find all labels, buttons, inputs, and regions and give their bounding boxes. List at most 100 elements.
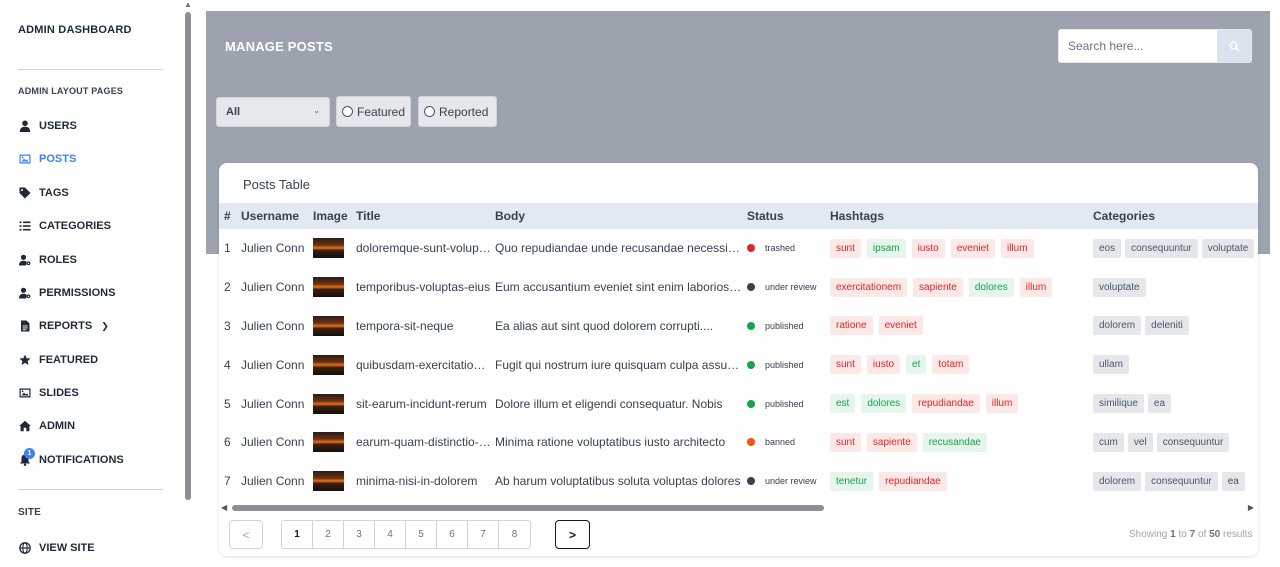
page-number-button[interactable]: 6	[437, 521, 468, 548]
status-filter-select[interactable]: All ⌄	[216, 97, 330, 127]
post-thumbnail[interactable]	[313, 471, 344, 492]
table-row[interactable]: 2 Julien Conn temporibus-voluptas-eius Eum …	[219, 268, 1258, 307]
post-title[interactable]: minima-nisi-in-dolorem	[356, 474, 495, 488]
sidebar-item-notifications[interactable]: 1 NOTIFICATIONS	[18, 448, 124, 470]
next-page-button[interactable]: >	[555, 520, 590, 549]
page-number-button[interactable]: 3	[344, 521, 375, 548]
sidebar-item-reports[interactable]: REPORTS ❯	[18, 316, 109, 336]
page-number-button[interactable]: 8	[499, 521, 530, 548]
category-badge[interactable]: ea	[1147, 394, 1172, 414]
page-number-button[interactable]: 1	[282, 521, 313, 548]
sidebar-item-admin[interactable]: ADMIN	[18, 416, 75, 436]
category-badge[interactable]: ullam	[1093, 355, 1129, 375]
table-row[interactable]: 6 Julien Conn earum-quam-distinctio-nobis M…	[219, 423, 1258, 462]
hashtag-badge[interactable]: sunt	[830, 355, 861, 375]
column-header[interactable]: Body	[495, 203, 747, 229]
post-title[interactable]: tempora-sit-neque	[356, 319, 495, 333]
table-row[interactable]: 1 Julien Conn doloremque-sunt-voluptatem Qu…	[219, 229, 1258, 268]
hashtag-badge[interactable]: ipsam	[866, 238, 906, 258]
search-button[interactable]	[1217, 30, 1251, 62]
radio-circle[interactable]	[424, 106, 435, 117]
category-badge[interactable]: dolorem	[1093, 471, 1142, 491]
column-header[interactable]: Categories	[1093, 203, 1258, 229]
prev-page-button[interactable]: <	[229, 520, 263, 549]
post-thumbnail[interactable]	[313, 393, 344, 414]
hashtag-badge[interactable]: eveniet	[950, 238, 995, 258]
column-header[interactable]: Title	[356, 203, 495, 229]
hashtag-badge[interactable]: ratione	[830, 316, 873, 336]
scroll-up-icon[interactable]: ▲	[184, 0, 192, 9]
scroll-left-icon[interactable]: ◀	[221, 503, 227, 512]
horizontal-scrollbar[interactable]: ◀ ▶	[219, 503, 1258, 513]
sidebar-item-categories[interactable]: CATEGORIES	[18, 216, 111, 236]
post-thumbnail[interactable]	[313, 354, 344, 375]
post-title[interactable]: temporibus-voluptas-eius	[356, 280, 495, 294]
sidebar-item-posts[interactable]: POSTS	[18, 149, 76, 169]
hashtag-badge[interactable]: illum	[1019, 277, 1053, 297]
scrollbar-thumb[interactable]	[185, 12, 191, 500]
hashtag-badge[interactable]: iusto	[911, 238, 945, 258]
category-badge[interactable]: dolorem	[1093, 316, 1142, 336]
hashtag-badge[interactable]: sunt	[830, 432, 861, 452]
hashtag-badge[interactable]: recusandae	[922, 432, 987, 452]
column-header[interactable]: Hashtags	[830, 203, 1093, 229]
hashtag-badge[interactable]: est	[830, 394, 856, 414]
scroll-right-icon[interactable]: ▶	[1248, 503, 1254, 512]
post-title[interactable]: doloremque-sunt-voluptatem	[356, 241, 495, 255]
radio-circle[interactable]	[342, 106, 353, 117]
table-scroll-area[interactable]: # Username Image Title Body Status Hasht…	[219, 203, 1258, 503]
hashtag-badge[interactable]: illum	[985, 394, 1019, 414]
category-badge[interactable]: similique	[1093, 394, 1144, 414]
category-badge[interactable]: vel	[1127, 432, 1153, 452]
featured-radio[interactable]: Featured	[336, 96, 411, 127]
scrollbar-thumb[interactable]	[232, 505, 824, 511]
hashtag-badge[interactable]: exercitationem	[830, 277, 908, 297]
category-badge[interactable]: consequuntur	[1125, 238, 1198, 258]
category-badge[interactable]: deleniti	[1145, 316, 1189, 336]
sidebar-item-roles[interactable]: ROLES	[18, 250, 77, 270]
hashtag-badge[interactable]: totam	[932, 355, 970, 375]
sidebar-item-permissions[interactable]: PERMISSIONS	[18, 283, 115, 303]
post-title[interactable]: quibusdam-exercitationem-odio	[356, 358, 495, 372]
category-badge[interactable]: eos	[1093, 238, 1122, 258]
table-row[interactable]: 3 Julien Conn tempora-sit-neque Ea alias au…	[219, 307, 1258, 346]
post-title[interactable]: earum-quam-distinctio-nobis	[356, 435, 495, 449]
hashtag-badge[interactable]: iusto	[866, 355, 901, 375]
page-number-button[interactable]: 5	[406, 521, 437, 548]
sidebar-item-featured[interactable]: FEATURED	[18, 350, 98, 370]
table-row[interactable]: 4 Julien Conn quibusdam-exercitationem-odi…	[219, 345, 1258, 384]
category-badge[interactable]: voluptate	[1093, 277, 1146, 297]
page-number-button[interactable]: 7	[468, 521, 499, 548]
category-badge[interactable]: consequuntur	[1145, 471, 1218, 491]
search-input[interactable]	[1059, 30, 1217, 62]
post-thumbnail[interactable]	[313, 238, 344, 259]
column-header[interactable]: Username	[239, 203, 311, 229]
category-badge[interactable]: ea	[1221, 471, 1245, 491]
brand-title[interactable]: ADMIN DASHBOARD	[18, 24, 132, 36]
hashtag-badge[interactable]: repudiandae	[879, 471, 947, 491]
category-badge[interactable]: consequuntur	[1156, 432, 1230, 452]
sidebar-scrollbar[interactable]: ▲	[183, 0, 193, 567]
page-number-button[interactable]: 4	[375, 521, 406, 548]
post-thumbnail[interactable]	[313, 315, 344, 336]
column-header[interactable]: #	[219, 203, 239, 229]
hashtag-badge[interactable]: sapiente	[913, 277, 963, 297]
post-thumbnail[interactable]	[313, 277, 344, 298]
post-title[interactable]: sit-earum-incidunt-rerum	[356, 397, 495, 411]
hashtag-badge[interactable]: eveniet	[878, 316, 923, 336]
table-row[interactable]: 5 Julien Conn sit-earum-incidunt-rerum Dolo…	[219, 384, 1258, 423]
column-header[interactable]: Status	[747, 203, 830, 229]
chevron-down-icon[interactable]: ❯	[101, 321, 109, 332]
hashtag-badge[interactable]: repudiandae	[912, 394, 980, 414]
hashtag-badge[interactable]: tenetur	[830, 471, 874, 491]
sidebar-item-tags[interactable]: TAGS	[18, 183, 69, 203]
category-badge[interactable]: voluptate	[1201, 238, 1255, 258]
post-thumbnail[interactable]	[313, 432, 344, 453]
hashtag-badge[interactable]: sapiente	[866, 432, 917, 452]
sidebar-item-slides[interactable]: SLIDES	[18, 383, 79, 403]
hashtag-badge[interactable]: sunt	[830, 238, 861, 258]
table-row[interactable]: 7 Julien Conn minima-nisi-in-dolorem Ab har…	[219, 462, 1258, 501]
sidebar-item-users[interactable]: USERS	[18, 116, 77, 136]
category-badge[interactable]: cum	[1093, 432, 1124, 452]
hashtag-badge[interactable]: dolores	[968, 277, 1014, 297]
